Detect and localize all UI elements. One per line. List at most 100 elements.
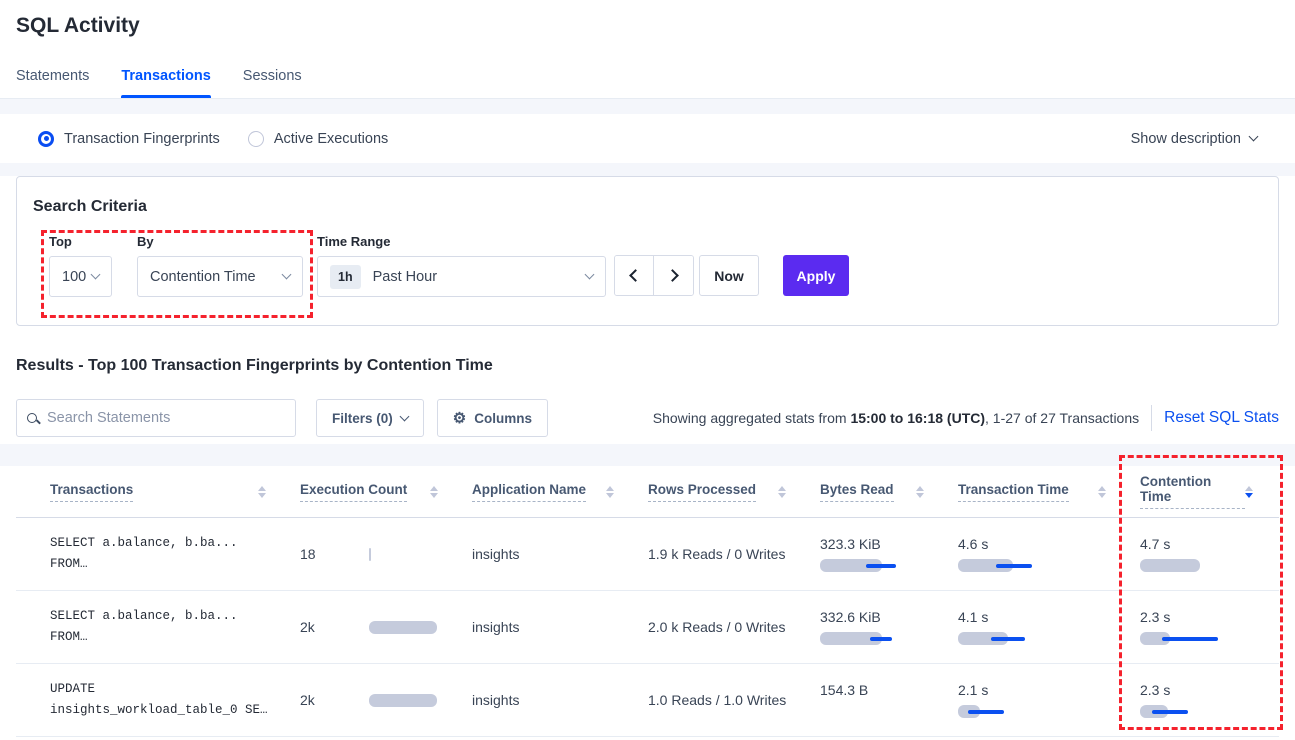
column-header-label: Rows Processed bbox=[648, 482, 756, 502]
column-header-execution-count[interactable]: Execution Count bbox=[300, 482, 472, 502]
chevron-right-icon bbox=[666, 269, 679, 282]
transaction-time-cell-value: 4.6 s bbox=[958, 536, 1140, 552]
column-header-label: Transaction Time bbox=[958, 482, 1069, 502]
divider bbox=[1151, 405, 1152, 431]
column-header-label: Transactions bbox=[50, 482, 133, 502]
column-header-rows-processed[interactable]: Rows Processed bbox=[648, 482, 820, 502]
page-title: SQL Activity bbox=[16, 14, 1279, 38]
chevron-left-icon bbox=[629, 269, 642, 282]
chevron-down-icon bbox=[399, 411, 409, 421]
execution-count-value: 2k bbox=[300, 692, 369, 708]
transactions-table-section: Transactions Execution CountApplication N… bbox=[0, 444, 1295, 737]
stat-bar bbox=[369, 621, 472, 634]
column-header-application-name[interactable]: Application Name bbox=[472, 482, 648, 502]
transaction-fingerprint[interactable]: SELECT a.balance, b.ba...FROM… bbox=[50, 606, 300, 648]
radio-option-transaction-fingerprints[interactable]: Transaction Fingerprints bbox=[38, 131, 220, 147]
column-header-transaction-time[interactable]: Transaction Time bbox=[958, 482, 1140, 502]
bytes-read-cell: 323.3 KiB bbox=[820, 536, 958, 572]
column-header-label: Contention Time bbox=[1140, 474, 1245, 509]
time-range-group: Time Range 1h Past Hour bbox=[317, 234, 606, 297]
filters-button[interactable]: Filters (0) bbox=[316, 399, 424, 437]
sort-icon[interactable] bbox=[430, 486, 438, 498]
rows-processed-cell: 1.9 k Reads / 0 Writes bbox=[648, 546, 820, 562]
top-label: Top bbox=[49, 234, 112, 249]
execution-count-cell: 2k bbox=[300, 619, 472, 635]
transaction-fingerprint[interactable]: UPDATEinsights_workload_table_0 SE… bbox=[50, 679, 300, 721]
sort-down-arrow bbox=[778, 493, 786, 498]
sort-icon[interactable] bbox=[258, 486, 266, 498]
columns-button-label: Columns bbox=[474, 411, 532, 426]
sort-up-arrow bbox=[916, 486, 924, 491]
stat-bar bbox=[958, 559, 1070, 572]
top-field-group: Top 100 bbox=[49, 234, 112, 297]
top-select-value: 100 bbox=[62, 269, 86, 285]
search-icon bbox=[27, 413, 37, 423]
bytes-read-cell: 154.3 B bbox=[820, 682, 958, 718]
column-header-label: Bytes Read bbox=[820, 482, 894, 502]
chevron-down-icon bbox=[91, 270, 101, 280]
sort-up-arrow bbox=[606, 486, 614, 491]
radio-option-active-executions[interactable]: Active Executions bbox=[248, 131, 388, 147]
by-field-group: By Contention Time bbox=[137, 234, 303, 297]
top-select[interactable]: 100 bbox=[49, 256, 112, 297]
sort-icon[interactable] bbox=[606, 486, 614, 498]
transaction-time-cell-value: 4.1 s bbox=[958, 609, 1140, 625]
application-name-cell: insights bbox=[472, 546, 648, 562]
stat-bar bbox=[1140, 559, 1252, 572]
show-description-toggle[interactable]: Show description bbox=[1131, 131, 1257, 147]
by-select-value: Contention Time bbox=[150, 269, 256, 285]
transaction-fingerprint[interactable]: SELECT a.balance, b.ba...FROM… bbox=[50, 533, 300, 575]
sort-icon[interactable] bbox=[1245, 486, 1253, 498]
table-row[interactable]: UPDATEinsights_workload_table_0 SE…2kins… bbox=[16, 664, 1279, 737]
chevron-down-icon bbox=[1249, 132, 1259, 142]
columns-button[interactable]: ⚙ Columns bbox=[437, 399, 548, 437]
by-select[interactable]: Contention Time bbox=[137, 256, 303, 297]
gear-icon: ⚙ bbox=[453, 411, 466, 426]
column-header-transactions[interactable]: Transactions bbox=[50, 482, 300, 502]
bytes-read-cell: 332.6 KiB bbox=[820, 609, 958, 645]
aggregated-stats-text: Showing aggregated stats from 15:00 to 1… bbox=[653, 410, 1139, 426]
sort-icon[interactable] bbox=[916, 486, 924, 498]
tab-transactions[interactable]: Transactions bbox=[121, 68, 210, 98]
time-range-select[interactable]: 1h Past Hour bbox=[317, 256, 606, 297]
bar-stddev-line bbox=[968, 710, 1004, 714]
sort-icon[interactable] bbox=[1098, 486, 1106, 498]
time-range-nav bbox=[614, 255, 694, 296]
tab-statements[interactable]: Statements bbox=[16, 68, 89, 98]
sort-down-arrow bbox=[430, 493, 438, 498]
sort-up-arrow bbox=[778, 486, 786, 491]
results-controls: Filters (0) ⚙ Columns Showing aggregated… bbox=[16, 399, 1279, 437]
previous-range-button[interactable] bbox=[615, 256, 654, 295]
stat-bar bbox=[820, 705, 932, 718]
tab-sessions[interactable]: Sessions bbox=[243, 68, 302, 98]
section-gap bbox=[0, 99, 1295, 114]
filters-button-label: Filters (0) bbox=[332, 411, 393, 426]
contention-time-cell: 4.7 s bbox=[1140, 536, 1279, 572]
table-row[interactable]: SELECT a.balance, b.ba...FROM…18insights… bbox=[16, 518, 1279, 591]
table-row[interactable]: SELECT a.balance, b.ba...FROM…2kinsights… bbox=[16, 591, 1279, 664]
bytes-read-cell-value: 154.3 B bbox=[820, 682, 958, 698]
now-button[interactable]: Now bbox=[699, 255, 759, 296]
bar-mean bbox=[369, 694, 437, 707]
sort-down-arrow bbox=[916, 493, 924, 498]
search-statements-input[interactable] bbox=[47, 410, 285, 426]
column-header-bytes-read[interactable]: Bytes Read bbox=[820, 482, 958, 502]
stat-bar bbox=[958, 705, 1070, 718]
transaction-time-cell: 2.1 s bbox=[958, 682, 1140, 718]
apply-button[interactable]: Apply bbox=[783, 255, 849, 296]
stat-bar bbox=[1140, 632, 1252, 645]
column-header-label: Application Name bbox=[472, 482, 586, 502]
by-label: By bbox=[137, 234, 303, 249]
rows-processed-cell: 2.0 k Reads / 0 Writes bbox=[648, 619, 820, 635]
bar-mean bbox=[1140, 559, 1200, 572]
reset-sql-stats-link[interactable]: Reset SQL Stats bbox=[1164, 409, 1279, 427]
radio-option-label: Active Executions bbox=[274, 131, 388, 147]
column-header-contention-time[interactable]: Contention Time bbox=[1140, 474, 1279, 509]
show-description-label: Show description bbox=[1131, 131, 1241, 147]
bar-stddev-line bbox=[996, 564, 1032, 568]
next-range-button[interactable] bbox=[654, 256, 693, 295]
chevron-down-icon bbox=[585, 270, 595, 280]
rows-processed-cell: 1.0 Reads / 1.0 Writes bbox=[648, 692, 820, 708]
sort-icon[interactable] bbox=[778, 486, 786, 498]
transaction-time-cell-value: 2.1 s bbox=[958, 682, 1140, 698]
